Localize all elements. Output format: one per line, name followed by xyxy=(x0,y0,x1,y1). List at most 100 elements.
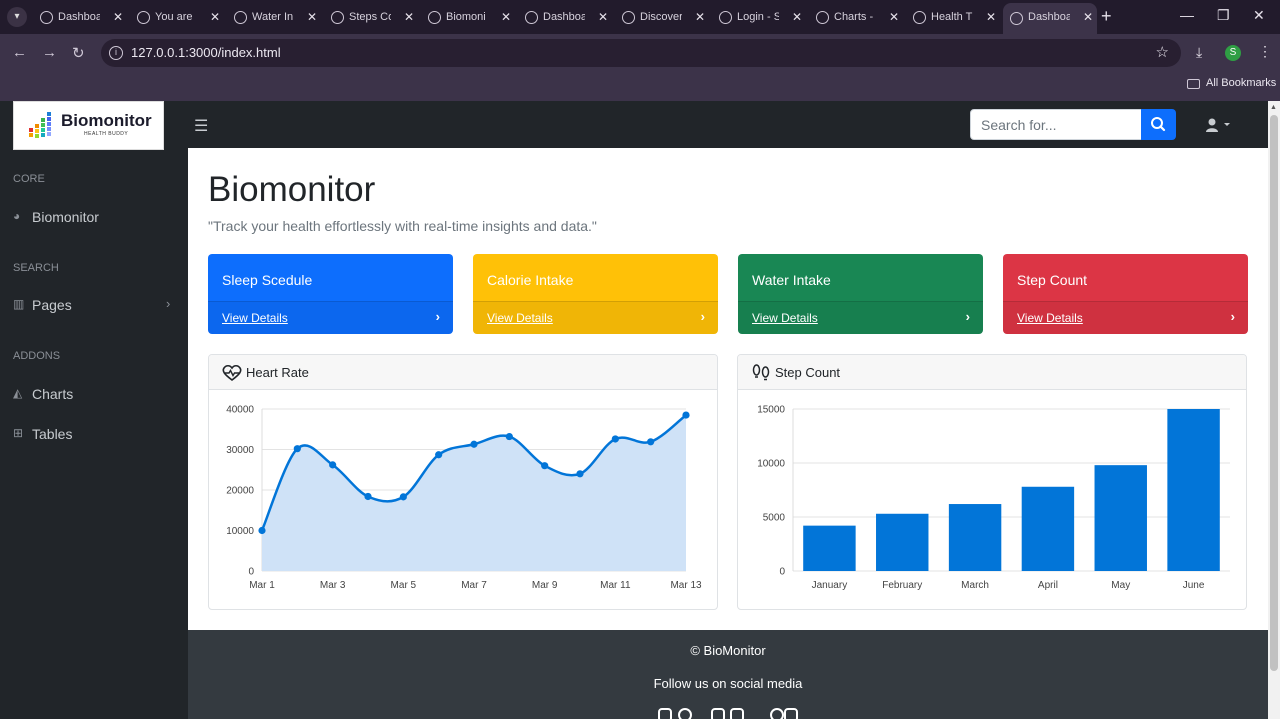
search-icon xyxy=(1151,117,1166,132)
browser-tab[interactable]: Charts - ✕ xyxy=(809,5,903,30)
site-info-icon[interactable]: i xyxy=(109,46,123,60)
search-input[interactable]: Search for... xyxy=(970,109,1142,140)
bookmarks-bar: All Bookmarks xyxy=(0,72,1280,101)
data-point xyxy=(647,438,655,446)
data-point xyxy=(541,462,549,470)
x-tick-label: Mar 1 xyxy=(249,580,275,591)
page-subtitle: "Track your health effortlessly with rea… xyxy=(208,218,597,234)
view-details-link[interactable]: View Details xyxy=(222,311,288,325)
view-details-link[interactable]: View Details xyxy=(752,311,818,325)
tab-favicon-icon xyxy=(622,11,635,24)
browser-tab[interactable]: Dashboa ✕ xyxy=(1003,3,1097,34)
y-tick-label: 30000 xyxy=(226,445,254,456)
view-details-link[interactable]: View Details xyxy=(1017,311,1083,325)
x-tick-label: Mar 7 xyxy=(461,580,487,591)
x-tick-label: January xyxy=(812,580,848,591)
brand-logo[interactable]: Biomonitor HEALTH BUDDY xyxy=(13,101,164,150)
chevron-right-icon[interactable]: › xyxy=(966,309,970,324)
minimize-icon[interactable]: — xyxy=(1180,7,1194,23)
user-dropdown-icon[interactable] xyxy=(1205,117,1233,133)
footer-follow-text: Follow us on social media xyxy=(653,676,803,691)
sidebar-item-label: Pages xyxy=(32,297,72,313)
chevron-right-icon[interactable]: › xyxy=(1231,309,1235,324)
close-window-icon[interactable]: ✕ xyxy=(1253,7,1265,24)
tab-close-icon[interactable]: ✕ xyxy=(210,5,220,30)
tab-close-icon[interactable]: ✕ xyxy=(889,5,899,30)
instagram-icon[interactable] xyxy=(658,708,672,719)
tab-favicon-icon xyxy=(913,11,926,24)
tab-label: Water In xyxy=(252,11,294,23)
sidebar-item-pages[interactable]: ▥ Pages › xyxy=(13,293,175,317)
panel-title: Heart Rate xyxy=(246,365,309,380)
panel-header: Heart Rate xyxy=(209,355,717,390)
bar xyxy=(1094,465,1147,571)
facebook-icon[interactable] xyxy=(678,708,692,719)
card-title: Calorie Intake xyxy=(487,272,574,288)
page-footer: © BioMonitor Follow us on social media xyxy=(188,630,1268,719)
panel-title: Step Count xyxy=(775,365,841,380)
reload-icon[interactable]: ↻ xyxy=(72,44,85,62)
new-tab-button[interactable]: + xyxy=(1101,6,1112,26)
sidebar-item-charts[interactable]: ◭ Charts xyxy=(13,382,175,406)
table-icon: ⊞ xyxy=(13,426,24,440)
browser-menu-icon[interactable]: ⋮ xyxy=(1258,43,1272,60)
back-icon[interactable]: ← xyxy=(12,44,27,61)
view-details-link[interactable]: View Details xyxy=(487,311,553,325)
gauge-icon: ◕ xyxy=(13,209,21,223)
tab-close-icon[interactable]: ✕ xyxy=(986,5,996,30)
folder-icon xyxy=(1187,79,1200,89)
sidebar-toggle-button[interactable]: ☰ xyxy=(194,116,208,136)
browser-tab[interactable]: Dashboa ✕ xyxy=(518,5,612,30)
x-tick-label: May xyxy=(1111,580,1130,591)
y-tick-label: 10000 xyxy=(757,459,785,470)
bar xyxy=(948,504,1002,571)
y-tick-label: 0 xyxy=(779,567,785,578)
data-point xyxy=(258,526,266,535)
profile-avatar[interactable]: S xyxy=(1225,45,1241,61)
sidebar-heading-core: CORE xyxy=(13,173,45,185)
tab-close-icon[interactable]: ✕ xyxy=(792,5,802,30)
facebook-icon[interactable] xyxy=(770,708,784,719)
tab-search-button[interactable]: ▾ xyxy=(7,7,27,27)
address-bar[interactable]: i 127.0.0.1:3000/index.html ☆ xyxy=(101,39,1181,67)
tab-close-icon[interactable]: ✕ xyxy=(501,5,511,30)
tab-close-icon[interactable]: ✕ xyxy=(113,5,123,30)
instagram-icon[interactable] xyxy=(784,708,798,719)
chevron-right-icon[interactable]: › xyxy=(436,309,440,324)
browser-tab[interactable]: Water In ✕ xyxy=(227,5,321,30)
tab-favicon-icon xyxy=(40,11,53,24)
scroll-up-icon[interactable]: ▲ xyxy=(1270,104,1277,111)
browser-tab[interactable]: Biomoni ✕ xyxy=(421,5,515,30)
browser-tab[interactable]: Login - S ✕ xyxy=(712,5,806,30)
forward-icon[interactable]: → xyxy=(42,44,57,61)
x-tick-label: Mar 5 xyxy=(391,580,417,591)
browser-tab[interactable]: Health T ✕ xyxy=(906,5,1000,30)
twitter-icon[interactable] xyxy=(730,708,744,719)
all-bookmarks-button[interactable]: All Bookmarks xyxy=(1206,77,1276,89)
download-icon[interactable]: ⤓ xyxy=(1196,44,1202,61)
tab-close-icon[interactable]: ✕ xyxy=(404,5,414,30)
tab-close-icon[interactable]: ✕ xyxy=(695,5,705,30)
browser-tab[interactable]: Discover ✕ xyxy=(615,5,709,30)
bookmark-star-icon[interactable]: ☆ xyxy=(1156,43,1169,61)
restore-icon[interactable]: ❐ xyxy=(1217,7,1230,24)
tab-close-icon[interactable]: ✕ xyxy=(1083,3,1093,32)
data-point xyxy=(576,470,584,478)
chevron-right-icon[interactable]: › xyxy=(701,309,705,324)
browser-tab[interactable]: Dashboard ✕ xyxy=(33,5,127,30)
scrollbar-thumb[interactable] xyxy=(1270,115,1278,671)
tab-favicon-icon xyxy=(137,11,150,24)
book-icon: ▥ xyxy=(13,297,25,311)
browser-tab[interactable]: Steps Co ✕ xyxy=(324,5,418,30)
tab-close-icon[interactable]: ✕ xyxy=(307,5,317,30)
tab-close-icon[interactable]: ✕ xyxy=(598,5,608,30)
y-tick-label: 40000 xyxy=(226,405,254,416)
search-button[interactable] xyxy=(1141,109,1176,140)
brand-tagline: HEALTH BUDDY xyxy=(84,131,129,137)
browser-tab[interactable]: You are ✕ xyxy=(130,5,224,30)
sidebar-item-tables[interactable]: ⊞ Tables xyxy=(13,422,175,446)
card-calorie-intake: Calorie Intake View Details › xyxy=(473,254,718,334)
twitter-icon[interactable] xyxy=(711,708,725,719)
page-scrollbar[interactable]: ▲ xyxy=(1268,101,1280,719)
sidebar-item-biomonitor[interactable]: ◕ Biomonitor xyxy=(13,205,175,229)
